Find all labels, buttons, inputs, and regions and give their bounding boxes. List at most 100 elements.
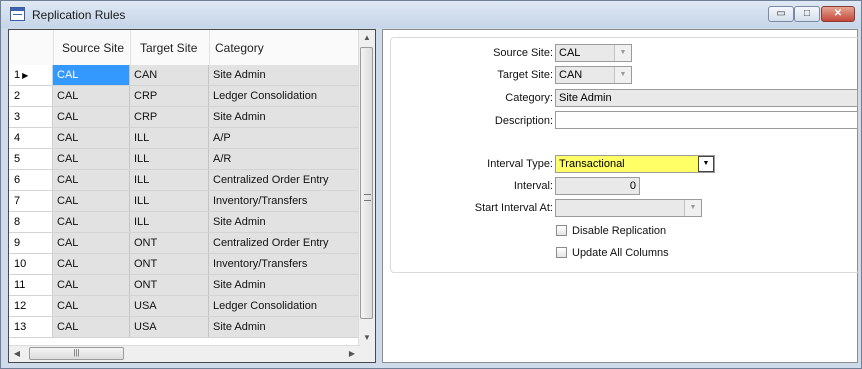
cell-category[interactable]: Centralized Order Entry bbox=[209, 233, 360, 253]
cell-category[interactable]: Site Admin bbox=[209, 317, 360, 337]
category-field[interactable]: Site Admin bbox=[555, 89, 858, 107]
row-number[interactable]: 4 bbox=[9, 128, 53, 148]
scroll-up-icon[interactable]: ▲ bbox=[359, 30, 375, 46]
cell-target-site[interactable]: CAN bbox=[130, 65, 209, 85]
row-cells: CAL CRP Site Admin bbox=[53, 107, 360, 127]
cell-category[interactable]: Ledger Consolidation bbox=[209, 86, 360, 106]
table-row[interactable]: 7 CAL ILL Inventory/Transfers bbox=[9, 191, 360, 212]
cell-category[interactable]: Inventory/Transfers bbox=[209, 254, 360, 274]
cell-category[interactable]: Ledger Consolidation bbox=[209, 296, 360, 316]
description-field[interactable] bbox=[555, 111, 858, 129]
title-bar[interactable]: Replication Rules ▭ □ ✕ bbox=[1, 1, 861, 28]
row-number[interactable]: 13 bbox=[9, 317, 53, 337]
cell-target-site[interactable]: ILL bbox=[130, 191, 209, 211]
cell-source-site[interactable]: CAL bbox=[53, 212, 130, 232]
cell-target-site[interactable]: ILL bbox=[130, 128, 209, 148]
row-number-text: 7 bbox=[14, 195, 21, 207]
close-button[interactable]: ✕ bbox=[821, 6, 855, 22]
row-number[interactable]: 12 bbox=[9, 296, 53, 316]
vertical-scroll-thumb[interactable] bbox=[360, 47, 373, 319]
cell-target-site[interactable]: CRP bbox=[130, 107, 209, 127]
disable-replication-label[interactable]: Disable Replication bbox=[572, 225, 666, 237]
row-number[interactable]: 5 bbox=[9, 149, 53, 169]
horizontal-scroll-thumb[interactable]: ||| bbox=[29, 347, 124, 360]
column-header-target-site[interactable]: Target Site bbox=[140, 41, 197, 55]
update-all-columns-label[interactable]: Update All Columns bbox=[572, 247, 669, 259]
cell-source-site[interactable]: CAL bbox=[53, 275, 130, 295]
source-site-combo[interactable]: CAL ▼ bbox=[555, 44, 632, 62]
cell-target-site[interactable]: USA bbox=[130, 296, 209, 316]
table-row[interactable]: 9 CAL ONT Centralized Order Entry bbox=[9, 233, 360, 254]
maximize-button[interactable]: □ bbox=[794, 6, 820, 22]
cell-category[interactable]: A/P bbox=[209, 128, 360, 148]
cell-category[interactable]: Site Admin bbox=[209, 65, 360, 85]
cell-source-site[interactable]: CAL bbox=[53, 86, 130, 106]
row-number-text: 3 bbox=[14, 111, 21, 123]
vertical-scrollbar[interactable]: ▲ ▼ bbox=[358, 30, 375, 346]
start-interval-at-combo[interactable]: ▼ bbox=[555, 199, 702, 217]
row-number-text: 9 bbox=[14, 237, 21, 249]
cell-source-site[interactable]: CAL bbox=[53, 149, 130, 169]
target-site-combo[interactable]: CAN ▼ bbox=[555, 66, 632, 84]
cell-source-site[interactable]: CAL bbox=[53, 107, 130, 127]
scroll-left-icon[interactable]: ◀ bbox=[9, 346, 25, 362]
cell-target-site[interactable]: ILL bbox=[130, 212, 209, 232]
row-number[interactable]: 2 bbox=[9, 86, 53, 106]
row-number[interactable]: 3 bbox=[9, 107, 53, 127]
table-row[interactable]: 12 CAL USA Ledger Consolidation bbox=[9, 296, 360, 317]
scroll-down-icon[interactable]: ▼ bbox=[359, 330, 375, 346]
table-row[interactable]: 4 CAL ILL A/P bbox=[9, 128, 360, 149]
cell-target-site[interactable]: ONT bbox=[130, 254, 209, 274]
table-row[interactable]: 2 CAL CRP Ledger Consolidation bbox=[9, 86, 360, 107]
column-header-source-site[interactable]: Source Site bbox=[62, 41, 124, 55]
interval-field[interactable]: 0 bbox=[555, 177, 640, 195]
scroll-right-icon[interactable]: ▶ bbox=[344, 346, 360, 362]
table-row[interactable]: 6 CAL ILL Centralized Order Entry bbox=[9, 170, 360, 191]
cell-category[interactable]: Site Admin bbox=[209, 275, 360, 295]
replication-rules-grid[interactable]: Source Site Target Site Category 1 ▶ CAL CA… bbox=[8, 29, 376, 363]
row-number[interactable]: 1 ▶ bbox=[9, 65, 53, 85]
cell-category[interactable]: Site Admin bbox=[209, 212, 360, 232]
cell-category[interactable]: Inventory/Transfers bbox=[209, 191, 360, 211]
column-header-category[interactable]: Category bbox=[215, 41, 264, 55]
table-row[interactable]: 5 CAL ILL A/R bbox=[9, 149, 360, 170]
cell-source-site[interactable]: CAL bbox=[53, 296, 130, 316]
dropdown-arrow-icon[interactable]: ▼ bbox=[614, 45, 631, 61]
cell-source-site[interactable]: CAL bbox=[53, 233, 130, 253]
cell-category[interactable]: Centralized Order Entry bbox=[209, 170, 360, 190]
cell-source-site[interactable]: CAL bbox=[53, 317, 130, 337]
dropdown-arrow-icon[interactable]: ▼ bbox=[698, 156, 714, 172]
dropdown-arrow-icon[interactable]: ▼ bbox=[684, 200, 701, 216]
row-number[interactable]: 6 bbox=[9, 170, 53, 190]
cell-target-site[interactable]: USA bbox=[130, 317, 209, 337]
row-number[interactable]: 7 bbox=[9, 191, 53, 211]
update-all-columns-checkbox[interactable] bbox=[556, 247, 567, 258]
table-row[interactable]: 8 CAL ILL Site Admin bbox=[9, 212, 360, 233]
table-row[interactable]: 1 ▶ CAL CAN Site Admin bbox=[9, 65, 360, 86]
cell-target-site[interactable]: ONT bbox=[130, 275, 209, 295]
dropdown-arrow-icon[interactable]: ▼ bbox=[614, 67, 631, 83]
disable-replication-checkbox[interactable] bbox=[556, 225, 567, 236]
row-number[interactable]: 8 bbox=[9, 212, 53, 232]
cell-category[interactable]: A/R bbox=[209, 149, 360, 169]
cell-source-site[interactable]: CAL bbox=[53, 128, 130, 148]
cell-target-site[interactable]: ILL bbox=[130, 149, 209, 169]
cell-target-site[interactable]: ILL bbox=[130, 170, 209, 190]
cell-category[interactable]: Site Admin bbox=[209, 107, 360, 127]
cell-source-site[interactable]: CAL bbox=[53, 65, 130, 85]
row-number[interactable]: 10 bbox=[9, 254, 53, 274]
horizontal-scrollbar[interactable]: ◀ ||| ▶ bbox=[9, 345, 360, 362]
table-row[interactable]: 10 CAL ONT Inventory/Transfers bbox=[9, 254, 360, 275]
minimize-button[interactable]: ▭ bbox=[768, 6, 794, 22]
table-row[interactable]: 3 CAL CRP Site Admin bbox=[9, 107, 360, 128]
row-number[interactable]: 9 bbox=[9, 233, 53, 253]
table-row[interactable]: 13 CAL USA Site Admin bbox=[9, 317, 360, 338]
cell-target-site[interactable]: CRP bbox=[130, 86, 209, 106]
cell-target-site[interactable]: ONT bbox=[130, 233, 209, 253]
cell-source-site[interactable]: CAL bbox=[53, 254, 130, 274]
table-row[interactable]: 11 CAL ONT Site Admin bbox=[9, 275, 360, 296]
interval-type-combo[interactable]: Transactional ▼ bbox=[555, 155, 715, 173]
row-number[interactable]: 11 bbox=[9, 275, 53, 295]
cell-source-site[interactable]: CAL bbox=[53, 191, 130, 211]
cell-source-site[interactable]: CAL bbox=[53, 170, 130, 190]
